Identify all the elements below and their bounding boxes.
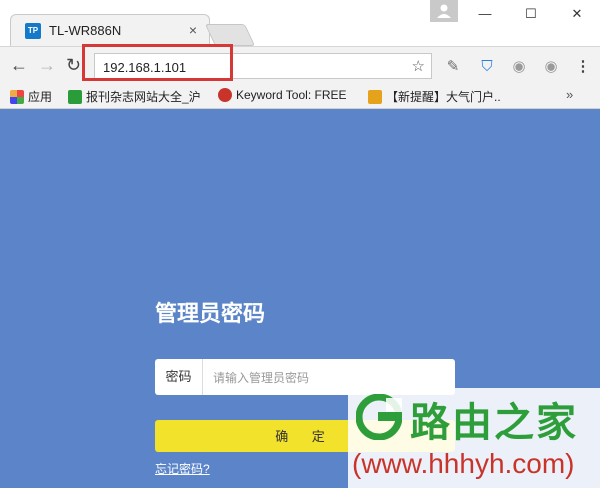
back-arrow-icon[interactable]: ← [10, 55, 28, 76]
bookmark-item[interactable]: Keyword Tool: FREE [218, 88, 347, 102]
bookmark-apps[interactable]: 应用 [10, 88, 52, 105]
watermark-brand: 路由之家 [410, 401, 578, 445]
browser-tab[interactable]: TP TL-WR886N × [10, 14, 210, 46]
bookmark-icon [368, 90, 382, 104]
close-window-button[interactable]: ✕ [554, 0, 600, 28]
bookmark-icon [218, 88, 232, 102]
extension-circle-icon[interactable]: ◉ [510, 58, 528, 76]
bookmark-icon [68, 90, 82, 104]
forward-arrow-icon[interactable]: → [38, 55, 56, 76]
watermark: 路由之家 (www.hhhyh.com) [348, 388, 600, 488]
title-bar: TP TL-WR886N × — ☐ ✕ [0, 0, 600, 46]
maximize-button[interactable]: ☐ [508, 0, 554, 28]
watermark-url: (www.hhhyh.com) [352, 448, 575, 479]
forgot-password-link[interactable]: 忘记密码? [155, 460, 210, 477]
minimize-button[interactable]: — [462, 0, 508, 28]
extension-shield-icon[interactable]: ⛉ [478, 58, 496, 76]
password-label: 密码 [155, 359, 203, 395]
new-tab-button[interactable] [204, 24, 256, 46]
bookmark-item[interactable]: 报刊杂志网站大全_沪 [68, 88, 201, 105]
apps-icon [10, 90, 24, 104]
tab-close-icon[interactable]: × [189, 22, 197, 38]
reload-icon[interactable]: ↻ [66, 55, 81, 76]
url-highlight-box [82, 44, 233, 81]
password-input[interactable] [211, 368, 445, 388]
menu-dots-icon[interactable]: ⋮ [574, 58, 592, 76]
bookmark-item[interactable]: 【新提醒】大气门户.. [368, 88, 501, 105]
bookmark-star-icon[interactable]: ☆ [412, 57, 425, 75]
router-logo-icon [356, 394, 402, 440]
tab-title: TL-WR886N [49, 23, 122, 38]
page-title: 管理员密码 [155, 301, 266, 326]
extension-circle-icon-2[interactable]: ◉ [542, 58, 560, 76]
profile-button[interactable] [430, 0, 458, 22]
bookmarks-overflow-icon[interactable]: » [566, 87, 573, 102]
tp-link-favicon-icon: TP [25, 23, 41, 39]
extension-feather-icon[interactable]: ✎ [444, 58, 462, 76]
person-icon [437, 4, 451, 18]
bookmarks-bar: 应用 报刊杂志网站大全_沪 Keyword Tool: FREE 【新提醒】大气… [0, 84, 600, 109]
